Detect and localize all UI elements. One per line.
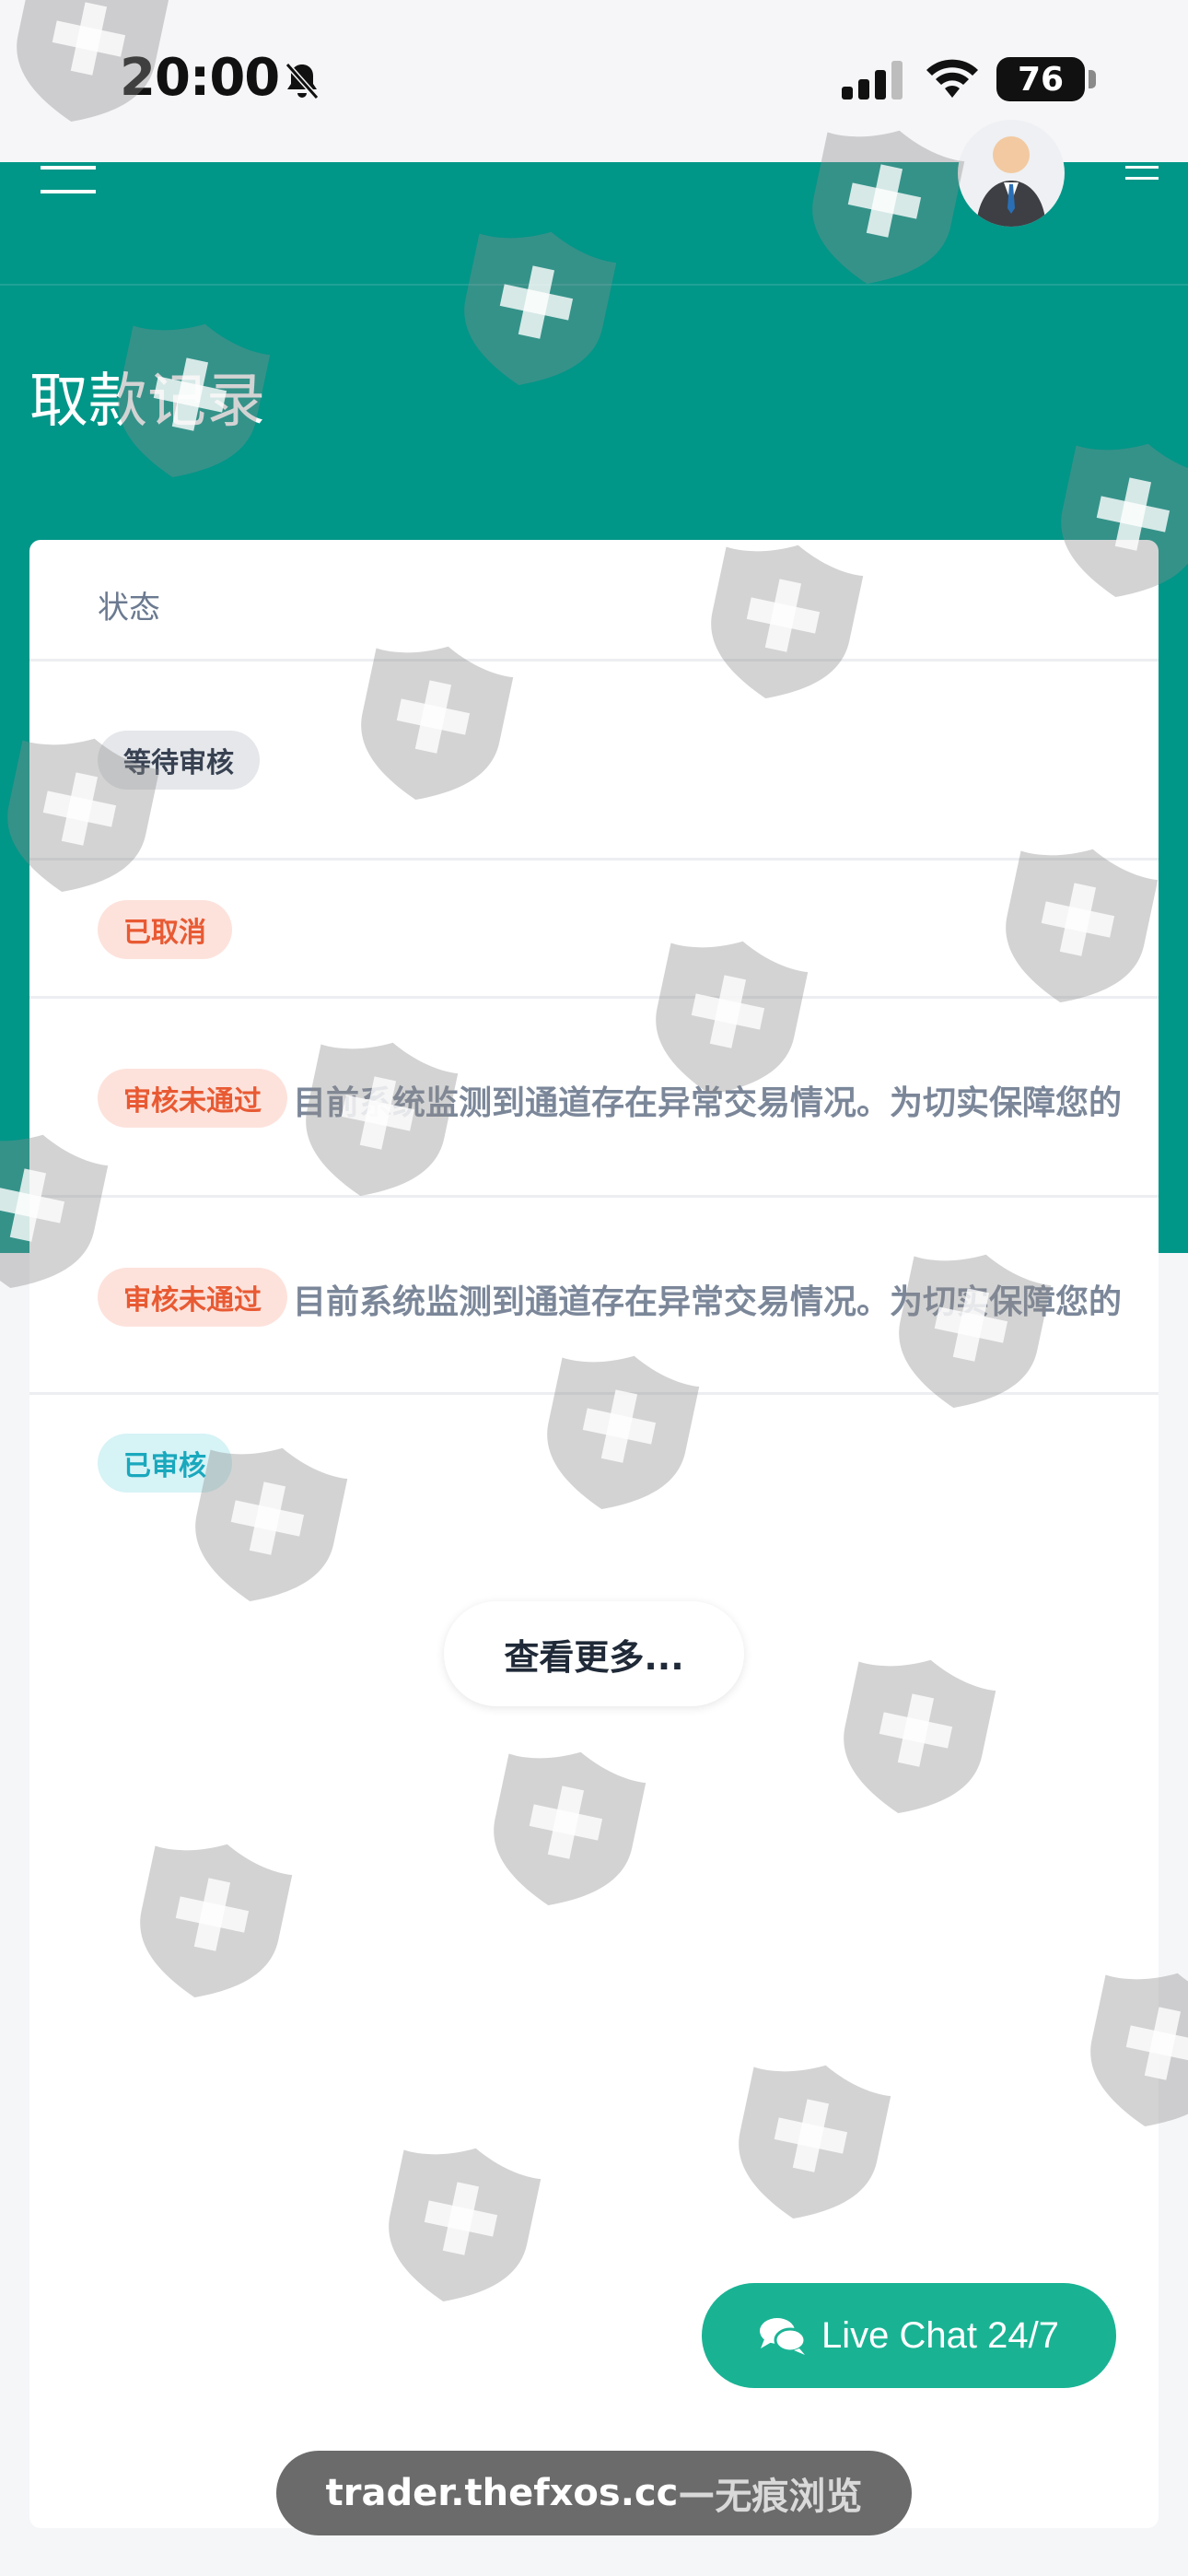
table-row: 审核未通过 目前系统监测到通道存在异常交易情况。为切实保障您的 — [29, 1198, 1159, 1395]
status-time: 20:00 — [120, 48, 280, 108]
rejection-reason: 目前系统监测到通道存在异常交易情况。为切实保障您的 — [293, 1084, 1123, 1122]
bell-slash-icon — [285, 63, 320, 100]
browser-url-bar[interactable]: trader.thefxos.cc — 无痕浏览 — [276, 2451, 912, 2535]
table-row: 审核未通过 目前系统监测到通道存在异常交易情况。为切实保障您的 — [29, 999, 1159, 1198]
table-row: 已取消 — [29, 861, 1159, 999]
live-chat-button[interactable]: Live Chat 24/7 — [702, 2283, 1116, 2388]
hamburger-menu-icon[interactable] — [41, 162, 99, 199]
wifi-icon — [926, 59, 978, 98]
user-avatar-icon — [976, 136, 1046, 227]
column-header-status: 状态 — [98, 590, 160, 626]
rejection-reason: 目前系统监测到通道存在异常交易情况。为切实保障您的 — [293, 1283, 1123, 1321]
status-badge: 等待审核 — [98, 731, 260, 790]
url-text: trader.thefxos.cc — [325, 2472, 679, 2514]
status-badge: 审核未通过 — [98, 1268, 287, 1327]
table-row: 等待审核 — [29, 664, 1159, 861]
private-mode-label: 无痕浏览 — [715, 2476, 863, 2518]
battery-indicator: 76 — [996, 57, 1096, 101]
status-badge: 已取消 — [98, 900, 232, 959]
withdrawal-records-card: 状态 等待审核 已取消 审核未通过 目前系统监测到通道存在异常交易情况。为切实保… — [29, 540, 1159, 2528]
table-header: 状态 — [29, 540, 1159, 662]
status-badge: 已审核 — [98, 1434, 232, 1493]
cellular-signal-icon — [842, 61, 903, 100]
page-title: 取款记录 — [29, 368, 265, 436]
chat-bubbles-icon — [760, 2318, 807, 2355]
load-more-button[interactable]: 查看更多... — [444, 1601, 744, 1706]
live-chat-label: Live Chat 24/7 — [821, 2314, 1059, 2356]
menu-icon[interactable] — [1122, 162, 1162, 190]
url-separator: — — [678, 2472, 716, 2514]
table-row: 已审核 — [29, 1395, 1159, 1533]
status-badge: 审核未通过 — [98, 1069, 287, 1128]
avatar[interactable] — [958, 120, 1065, 227]
